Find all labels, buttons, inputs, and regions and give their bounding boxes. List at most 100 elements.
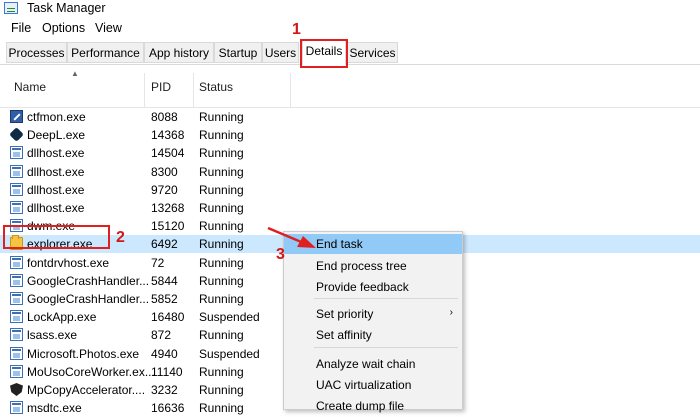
process-name: dllhost.exe (27, 201, 85, 215)
process-status: Running (199, 273, 244, 288)
app-icon (10, 146, 23, 160)
process-row[interactable]: DeepL.exe 14368 Running (0, 126, 700, 144)
process-status: Running (199, 201, 244, 215)
tab-services[interactable]: Services (347, 42, 398, 63)
process-status: Suspended (199, 346, 260, 361)
app-icon (10, 201, 23, 214)
menu-item-label: End process tree (316, 259, 407, 273)
window-title: Task Manager (27, 1, 106, 15)
process-pid: 14504 (151, 146, 185, 161)
menu-item-create-dump-file[interactable]: Create dump file (284, 396, 462, 416)
shield-icon (10, 383, 23, 396)
title-bar: Task Manager (0, 0, 700, 18)
process-row[interactable]: dllhost.exe 13268 Running (0, 199, 700, 217)
app-icon (10, 364, 23, 378)
process-status: Running (199, 292, 244, 306)
app-icon (10, 401, 23, 415)
process-name: GoogleCrashHandler... (27, 273, 150, 288)
process-pid: 11140 (151, 364, 183, 379)
menu-item-provide-feedback[interactable]: Provide feedback (284, 277, 462, 297)
sort-arrow-icon[interactable]: ▲ (71, 69, 79, 78)
column-divider[interactable] (290, 73, 291, 107)
process-status: Running (199, 255, 244, 270)
menu-item-label: Analyze wait chain (316, 357, 416, 371)
process-status: Running (199, 237, 244, 252)
details-tab-highlight (300, 39, 348, 68)
task-manager-icon (4, 2, 18, 14)
step-2-label: 2 (116, 229, 125, 246)
process-pid: 72 (151, 255, 165, 270)
menu-file[interactable]: File (11, 21, 31, 35)
process-name: fontdrvhost.exe (27, 255, 110, 270)
app-icon (10, 182, 23, 196)
process-row[interactable]: dllhost.exe 14504 Running (0, 144, 700, 162)
column-pid[interactable]: PID (151, 80, 171, 94)
process-name: MpCopyAccelerator.... (27, 383, 146, 397)
step-3-label: 3 (276, 246, 285, 263)
process-pid: 6492 (151, 237, 178, 252)
process-status: Running (199, 364, 244, 379)
tab-performance[interactable]: Performance (67, 42, 144, 63)
process-name: dllhost.exe (27, 146, 85, 161)
process-name: dllhost.exe (27, 182, 85, 197)
process-status: Running (199, 182, 244, 197)
menu-item-end-process-tree[interactable]: End process tree (284, 256, 462, 276)
menu-item-label: End task (316, 237, 363, 251)
menu-item-set-priority[interactable]: Set priority › (284, 304, 462, 324)
process-status: Running (199, 164, 244, 179)
app-icon (10, 292, 23, 305)
process-name: ctfmon.exe (27, 110, 86, 124)
menu-bar: File Options View (0, 20, 700, 38)
menu-item-label: Provide feedback (316, 280, 409, 294)
menu-options[interactable]: Options (42, 21, 85, 35)
process-name: DeepL.exe (27, 128, 86, 143)
menu-item-analyze-wait-chain[interactable]: Analyze wait chain (284, 354, 462, 374)
process-name: GoogleCrashHandler... (27, 292, 150, 306)
process-pid: 5852 (151, 292, 178, 306)
menu-separator (314, 347, 458, 348)
context-menu: End task End process tree Provide feedback… (283, 231, 463, 413)
tab-users[interactable]: Users (262, 42, 299, 63)
process-pid: 3232 (151, 383, 178, 397)
menu-item-label: Set priority (316, 307, 374, 321)
app-icon (10, 255, 23, 269)
process-name: dllhost.exe (27, 164, 85, 179)
app-icon (10, 273, 23, 287)
column-name[interactable]: Name (14, 80, 46, 94)
app-icon (10, 164, 23, 178)
process-name: Microsoft.Photos.exe (27, 346, 140, 361)
tab-processes[interactable]: Processes (6, 42, 67, 63)
process-status: Suspended (199, 310, 260, 325)
menu-item-set-affinity[interactable]: Set affinity (284, 325, 462, 345)
process-name: LockApp.exe (27, 310, 97, 325)
process-pid: 16480 (151, 310, 185, 325)
process-name: lsass.exe (27, 328, 78, 343)
column-divider[interactable] (144, 73, 145, 107)
process-status: Running (199, 128, 244, 143)
process-row[interactable]: dllhost.exe 8300 Running (0, 163, 700, 181)
process-status: Running (199, 401, 244, 416)
process-row[interactable]: dllhost.exe 9720 Running (0, 181, 700, 199)
deepl-icon (9, 127, 24, 143)
process-pid: 15120 (151, 219, 185, 234)
process-name: msdtc.exe (27, 401, 82, 416)
process-pid: 8300 (151, 164, 178, 179)
tab-startup[interactable]: Startup (214, 42, 262, 63)
process-pid: 872 (151, 328, 172, 343)
process-status: Running (199, 383, 244, 397)
app-icon (10, 346, 23, 360)
menu-view[interactable]: View (95, 21, 122, 35)
chevron-right-icon: › (449, 307, 453, 318)
process-status: Running (199, 328, 244, 343)
menu-item-label: Set affinity (316, 328, 372, 342)
tab-app-history[interactable]: App history (144, 42, 214, 63)
process-name: MoUsoCoreWorker.ex... (27, 364, 155, 379)
column-divider[interactable] (193, 73, 194, 107)
process-status: Running (199, 146, 244, 161)
menu-item-end-task[interactable]: End task (284, 234, 462, 254)
menu-item-uac-virtualization[interactable]: UAC virtualization (284, 375, 462, 395)
process-row[interactable]: ctfmon.exe 8088 Running (0, 108, 700, 126)
pen-icon (10, 110, 23, 123)
column-status[interactable]: Status (199, 80, 233, 94)
app-icon (10, 310, 23, 324)
